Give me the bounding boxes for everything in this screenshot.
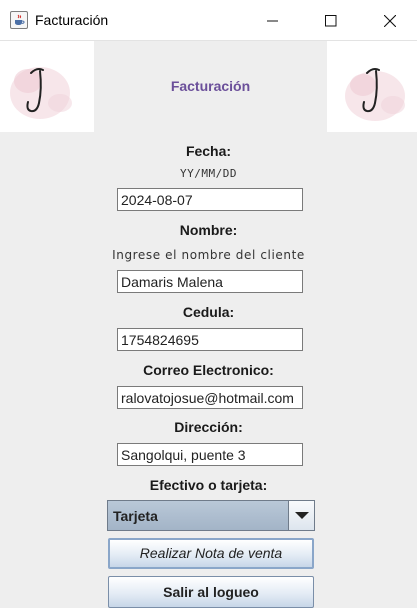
- correo-field[interactable]: [117, 386, 303, 409]
- window-title: Facturación: [35, 12, 109, 28]
- cedula-label: Cedula:: [182, 304, 235, 320]
- logo-right: [327, 41, 417, 132]
- maximize-button[interactable]: [311, 6, 351, 36]
- nombre-field[interactable]: [117, 270, 303, 293]
- j-logo-icon: [345, 68, 405, 121]
- page-title: Facturación: [170, 78, 251, 94]
- dropdown-button[interactable]: [288, 501, 314, 530]
- nombre-label: Nombre:: [179, 222, 238, 238]
- salir-logueo-button[interactable]: Salir al logueo: [108, 576, 314, 608]
- fecha-field[interactable]: [117, 188, 303, 211]
- pago-label: Efectivo o tarjeta:: [149, 477, 268, 493]
- direccion-field[interactable]: [117, 443, 303, 466]
- correo-label: Correo Electronico:: [143, 362, 274, 378]
- close-button[interactable]: [370, 6, 410, 36]
- close-icon: [384, 15, 396, 27]
- logo-left: [0, 41, 94, 132]
- window-titlebar[interactable]: Facturación: [0, 0, 417, 41]
- fecha-format-hint: YY/MM/DD: [180, 167, 237, 180]
- fecha-label: Fecha:: [185, 143, 232, 159]
- maximize-icon: [325, 15, 337, 27]
- pago-select[interactable]: Tarjeta: [107, 500, 315, 531]
- realizar-nota-button[interactable]: Realizar Nota de venta: [108, 538, 314, 569]
- direccion-label: Dirección:: [174, 419, 243, 435]
- chevron-down-icon: [295, 512, 309, 519]
- java-cup-icon: [10, 11, 28, 29]
- j-logo-icon: [10, 67, 72, 119]
- minimize-icon: [267, 20, 278, 22]
- cedula-field[interactable]: [117, 328, 303, 351]
- nombre-hint: Ingrese el nombre del cliente: [112, 248, 305, 262]
- minimize-button[interactable]: [253, 6, 293, 36]
- pago-selected-value: Tarjeta: [113, 508, 158, 524]
